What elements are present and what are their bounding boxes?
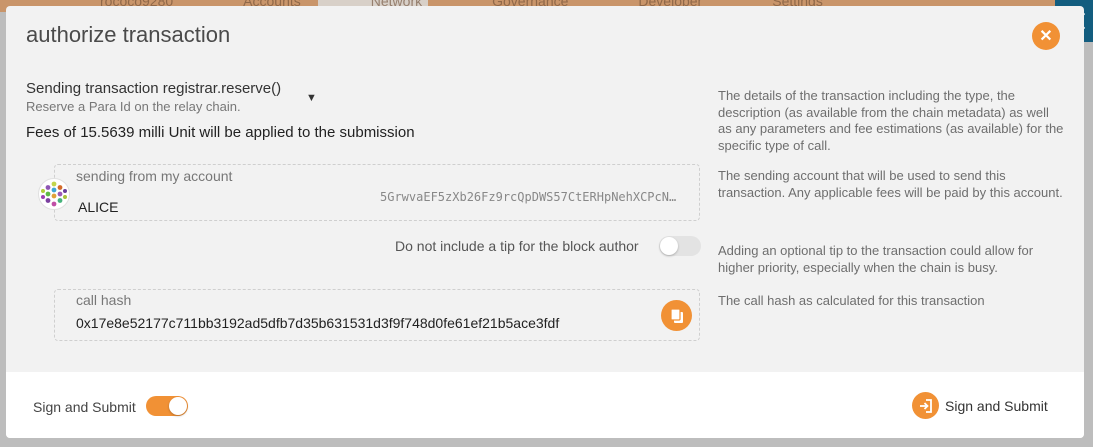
toggle-knob — [169, 397, 187, 415]
help-transaction-details: The details of the transaction including… — [718, 88, 1064, 153]
authorize-transaction-modal: authorize transaction ✕ Sending transact… — [6, 6, 1084, 438]
toggle-knob — [660, 237, 678, 255]
help-sending-account: The sending account that will be used to… — [718, 168, 1063, 200]
tip-toggle-label: Do not include a tip for the block autho… — [395, 238, 639, 254]
account-address: 5GrwvaEF5zXb26Fz9rcQpDWS57CtERHpNehXCPcN… — [380, 190, 680, 204]
transaction-summary[interactable]: Sending transaction registrar.reserve() … — [26, 80, 281, 114]
sign-in-icon — [912, 392, 939, 419]
sign-submit-toggle[interactable] — [146, 396, 188, 416]
call-hash-value: 0x17e8e52177c711bb3192ad5dfb7d35b631531d… — [76, 315, 560, 331]
caret-down-icon[interactable]: ▼ — [306, 92, 317, 104]
call-hash-label: call hash — [76, 292, 132, 308]
modal-title: authorize transaction — [26, 22, 231, 47]
fees-info: Fees of 15.5639 milli Unit will be appli… — [26, 124, 415, 141]
sending-account-label: sending from my account — [76, 168, 233, 184]
help-tip: Adding an optional tip to the transactio… — [718, 243, 1034, 275]
account-name: ALICE — [78, 199, 119, 215]
transaction-title: Sending transaction registrar.reserve() — [26, 80, 282, 97]
copy-icon — [669, 307, 683, 323]
close-icon: ✕ — [1039, 28, 1053, 45]
copy-button[interactable] — [661, 300, 692, 331]
tip-toggle[interactable] — [659, 236, 701, 256]
transaction-description: Reserve a Para Id on the relay chain. — [26, 99, 241, 114]
help-call-hash: The call hash as calculated for this tra… — [718, 293, 985, 308]
sign-submit-toggle-label: Sign and Submit — [33, 399, 136, 415]
modal-footer: Sign and Submit Sign and Submit — [6, 372, 1084, 438]
sign-and-submit-button[interactable]: Sign and Submit — [912, 392, 1048, 419]
account-identicon — [38, 178, 70, 210]
sign-and-submit-label: Sign and Submit — [945, 397, 1048, 414]
close-button[interactable]: ✕ — [1032, 22, 1060, 50]
